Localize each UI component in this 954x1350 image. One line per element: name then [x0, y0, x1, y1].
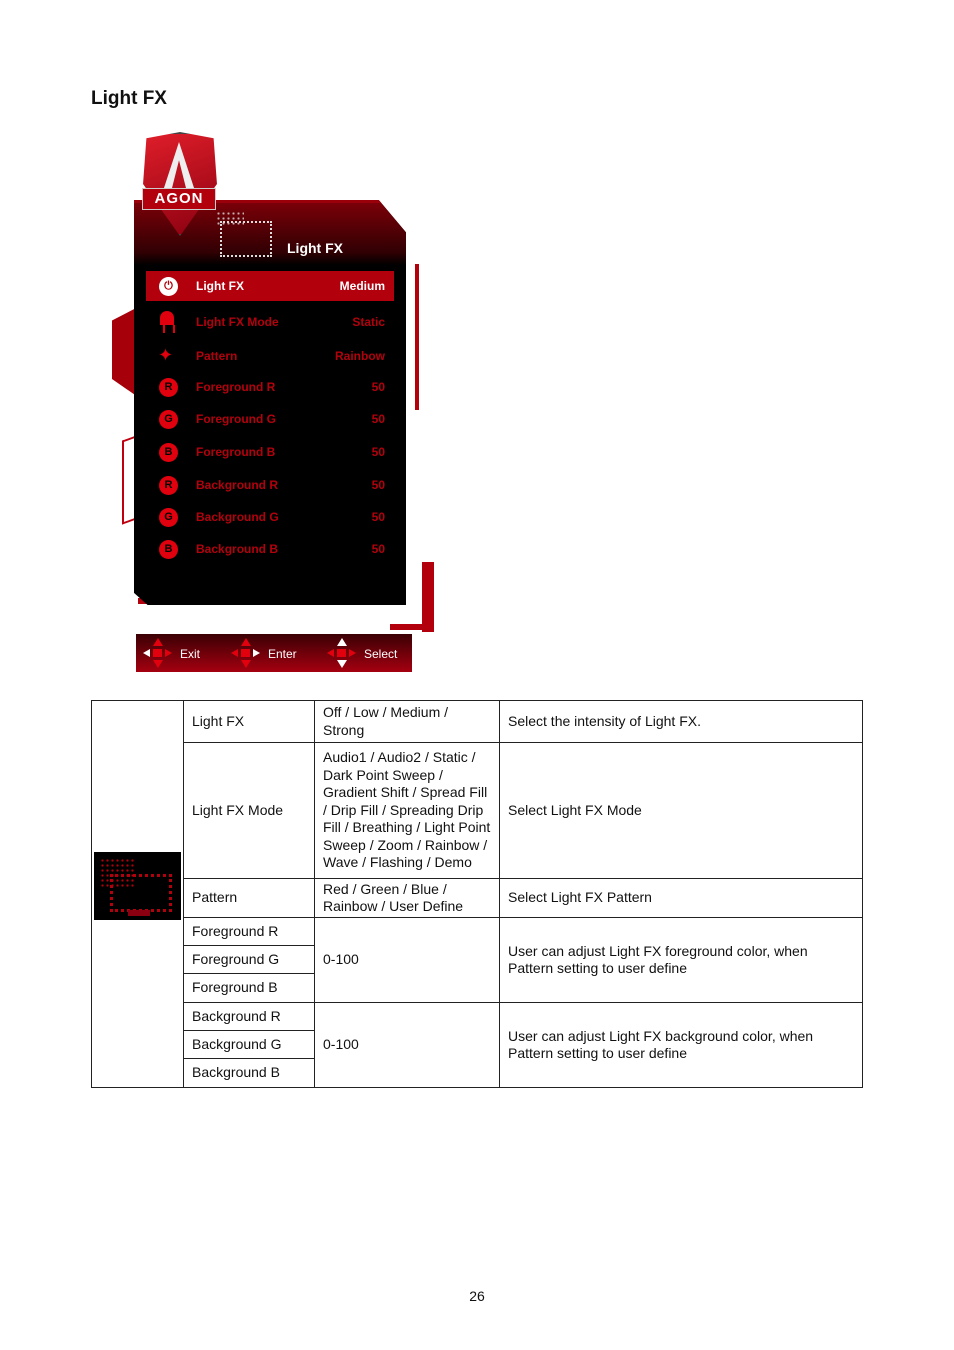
- osd-row-label: Background B: [196, 542, 279, 556]
- r-circle-icon: R: [159, 378, 178, 397]
- select-label: Select: [364, 647, 398, 661]
- g-circle-icon: G: [159, 410, 178, 429]
- osd-row-foreground-r[interactable]: R Foreground R 50: [146, 372, 394, 402]
- r-circle-icon: R: [159, 476, 178, 495]
- bulb-icon: [160, 311, 174, 325]
- osd-row-background-r[interactable]: R Background R 50: [146, 470, 394, 500]
- osd-header-title: Light FX: [287, 240, 343, 256]
- item-cell: Foreground R: [183, 917, 315, 946]
- frame-decoration: [422, 562, 434, 632]
- osd-row-label: Background G: [196, 510, 279, 524]
- power-icon: ⏻: [159, 277, 178, 296]
- osd-row-value: 50: [371, 478, 385, 492]
- b-circle-icon: B: [159, 443, 178, 462]
- osd-row-value: 50: [371, 510, 385, 524]
- osd-row-label: Foreground G: [196, 412, 276, 426]
- osd-row-foreground-b[interactable]: B Foreground B 50: [146, 437, 394, 467]
- light-fx-monitor-icon: [94, 852, 181, 920]
- options-cell: Off / Low / Medium / Strong: [314, 700, 500, 743]
- options-cell: Red / Green / Blue / Rainbow / User Defi…: [314, 878, 500, 918]
- osd-row-light-fx[interactable]: ⏻ Light FX Medium: [146, 271, 394, 301]
- bulb-icon-legs: [163, 325, 175, 333]
- item-cell: Light FX Mode: [183, 742, 315, 879]
- table-row: Background R 0-100 User can adjust Light…: [92, 1002, 863, 1088]
- monitor-icon: [220, 221, 272, 257]
- osd-row-pattern[interactable]: ✦ Pattern Rainbow: [146, 341, 394, 371]
- osd-row-value: 50: [371, 445, 385, 459]
- table-row: Light FX Off / Low / Medium / Strong Sel…: [91, 700, 863, 1088]
- settings-table: Light FX Off / Low / Medium / Strong Sel…: [91, 700, 863, 1088]
- sparkle-icon: ✦: [158, 345, 174, 365]
- dpad-right-icon: [228, 638, 264, 668]
- osd-row-label: Light FX: [196, 279, 244, 293]
- agon-logo-text: AGON: [142, 188, 216, 210]
- table-row: Light FX Mode Audio1 / Audio2 / Static /…: [92, 742, 863, 879]
- item-cell: Foreground G: [183, 945, 315, 974]
- table-row: Pattern Red / Green / Blue / Rainbow / U…: [92, 878, 863, 918]
- osd-row-label: Pattern: [196, 349, 238, 363]
- osd-row-foreground-g[interactable]: G Foreground G 50: [146, 404, 394, 434]
- frame-decoration: [390, 624, 434, 630]
- item-cell: Background B: [183, 1058, 315, 1088]
- description-cell: Select the intensity of Light FX.: [499, 700, 863, 743]
- osd-row-value: 50: [371, 542, 385, 556]
- options-cell: 0-100: [314, 1002, 500, 1088]
- description-cell: Select Light FX Pattern: [499, 878, 863, 918]
- light-fx-thumbnail-cell: [91, 700, 184, 1088]
- osd-row-label: Light FX Mode: [196, 315, 279, 329]
- osd-row-light-fx-mode[interactable]: Light FX Mode Static: [146, 307, 394, 337]
- item-cell: Background G: [183, 1030, 315, 1059]
- item-cell: Light FX: [183, 700, 315, 743]
- page-number: 26: [469, 1288, 485, 1304]
- frame-decoration: [415, 264, 419, 410]
- osd-row-label: Foreground B: [196, 445, 276, 459]
- osd-row-value: Medium: [339, 279, 385, 293]
- b-circle-icon: B: [159, 540, 178, 559]
- osd-row-value: Rainbow: [335, 349, 385, 363]
- osd-row-value: Static: [352, 315, 385, 329]
- g-circle-icon: G: [159, 508, 178, 527]
- item-cell: Background R: [183, 1002, 315, 1031]
- description-cell: User can adjust Light FX foreground colo…: [499, 917, 863, 1003]
- osd-row-label: Foreground R: [196, 380, 276, 394]
- osd-row-value: 50: [371, 412, 385, 426]
- osd-row-value: 50: [371, 380, 385, 394]
- item-cell: Foreground B: [183, 973, 315, 1003]
- item-cell: Pattern: [183, 878, 315, 918]
- osd-footer: Exit Enter Select: [136, 634, 412, 672]
- osd-row-label: Background R: [196, 478, 279, 492]
- osd-row-background-b[interactable]: B Background B 50: [146, 534, 394, 564]
- dpad-left-icon: [140, 638, 176, 668]
- description-cell: Select Light FX Mode: [499, 742, 863, 879]
- description-cell: User can adjust Light FX background colo…: [499, 1002, 863, 1088]
- osd-menu: Light FX AGON ⏻ Light FX Medium Light FX…: [108, 132, 438, 677]
- options-cell: Audio1 / Audio2 / Static / Dark Point Sw…: [314, 742, 500, 879]
- osd-row-background-g[interactable]: G Background G 50: [146, 502, 394, 532]
- options-cell: 0-100: [314, 917, 500, 1003]
- dpad-updown-icon: [324, 638, 360, 668]
- section-title: Light FX: [91, 88, 167, 109]
- exit-label: Exit: [180, 647, 201, 661]
- enter-label: Enter: [268, 647, 297, 661]
- table-row: Foreground R 0-100 User can adjust Light…: [92, 917, 863, 1003]
